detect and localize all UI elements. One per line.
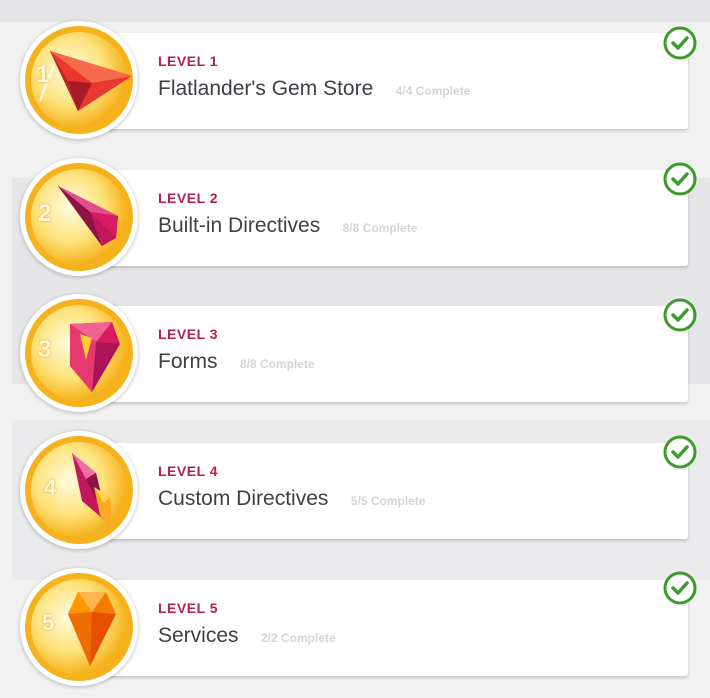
level-label: LEVEL 3	[158, 326, 219, 342]
check-icon	[663, 162, 697, 196]
level-card[interactable]: LEVEL 5 Services 2/2 Complete	[88, 580, 688, 676]
level-badge: 3	[20, 294, 138, 412]
level-card[interactable]: LEVEL 2 Built-in Directives 8/8 Complete	[88, 170, 688, 266]
check-icon	[663, 26, 697, 60]
orange-gem-icon	[25, 573, 133, 681]
level-title: Custom Directives	[158, 487, 329, 510]
check-icon	[663, 435, 697, 469]
level-progress: 8/8 Complete	[342, 221, 418, 235]
level-label: LEVEL 1	[158, 53, 219, 69]
check-icon	[663, 298, 697, 332]
check-icon	[663, 571, 697, 605]
level-title: Built-in Directives	[158, 214, 321, 237]
level-progress: 8/8 Complete	[239, 357, 315, 371]
level-label: LEVEL 4	[158, 463, 219, 479]
level-number: 4	[44, 475, 57, 500]
level-number: 5	[42, 610, 55, 635]
level-number: 3	[38, 336, 52, 363]
crystal-gem-icon	[25, 436, 133, 544]
level-progress: 2/2 Complete	[260, 631, 336, 645]
background-header	[0, 0, 710, 22]
level-number: 2	[38, 200, 52, 227]
level-label: LEVEL 5	[158, 600, 219, 616]
level-badge: 5	[20, 568, 138, 686]
level-title: Services	[158, 624, 239, 647]
level-badge: 2	[20, 158, 138, 276]
level-card[interactable]: LEVEL 3 Forms 8/8 Complete	[88, 306, 688, 402]
level-badge: 4	[20, 431, 138, 549]
level-badge: 1	[20, 21, 138, 139]
level-card[interactable]: LEVEL 1 Flatlander's Gem Store 4/4 Compl…	[88, 33, 688, 129]
level-progress: 4/4 Complete	[395, 84, 471, 98]
level-title: Flatlander's Gem Store	[158, 77, 374, 100]
level-label: LEVEL 2	[158, 190, 219, 206]
level-title: Forms	[158, 350, 218, 373]
level-progress: 5/5 Complete	[350, 494, 426, 508]
level-number: 1	[36, 61, 50, 88]
level-card[interactable]: LEVEL 4 Custom Directives 5/5 Complete	[88, 443, 688, 539]
